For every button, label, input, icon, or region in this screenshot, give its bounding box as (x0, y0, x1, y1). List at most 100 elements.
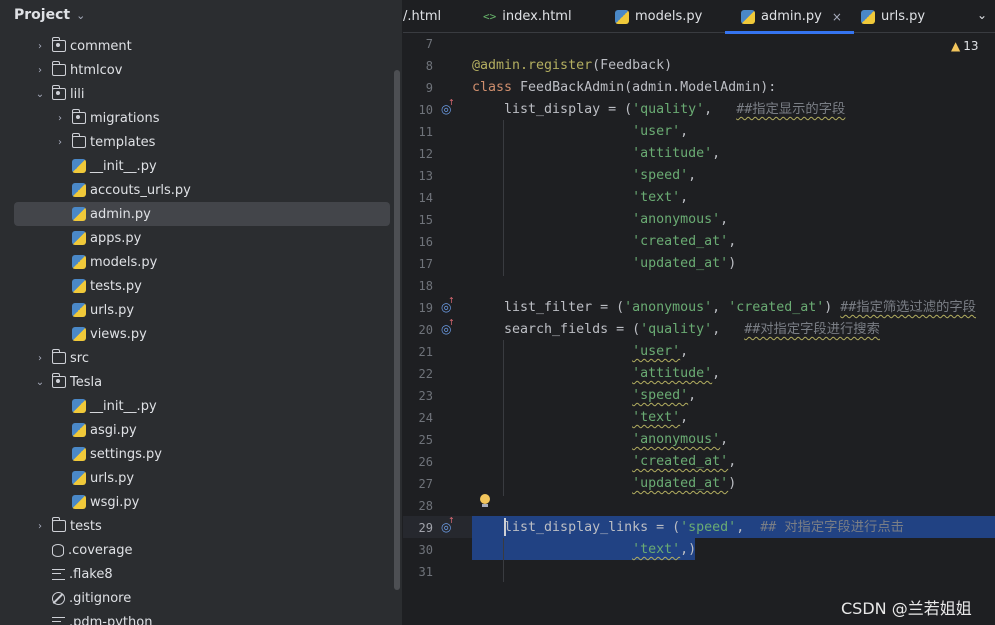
code-token: , (728, 454, 737, 469)
tree-item[interactable]: › comment (32, 34, 132, 58)
python-file-icon (72, 255, 86, 269)
tree-item[interactable]: __init__.py (52, 154, 157, 178)
project-scrollbar[interactable] (394, 70, 400, 590)
chevron-down-icon[interactable]: ⌄ (32, 89, 48, 100)
chevron-down-icon[interactable]: ⌄ (977, 8, 987, 22)
tree-item[interactable]: .pdm-python (32, 610, 152, 625)
override-icon[interactable]: ◎ (441, 296, 455, 314)
code-line: 'user', (472, 121, 688, 143)
line-number: 14 (418, 191, 433, 205)
tab-urls-py[interactable]: urls.py (857, 0, 925, 33)
tree-item-label: apps.py (90, 230, 142, 246)
chevron-right-icon[interactable]: › (32, 41, 48, 52)
chevron-right-icon[interactable]: › (52, 113, 68, 124)
tree-item-label: __init__.py (90, 398, 157, 414)
tree-item[interactable]: tests.py (52, 274, 142, 298)
code-token: , (712, 366, 721, 381)
code-line: 'attitude', (472, 363, 720, 385)
editor-tabs: /.html <> index.html models.py admin.py … (403, 0, 995, 34)
line-number: 29 (418, 521, 433, 535)
tree-item[interactable]: urls.py (52, 298, 134, 322)
code-line: 'speed', (472, 385, 696, 407)
folder-icon (51, 517, 66, 532)
tab-models-py[interactable]: models.py (611, 0, 702, 33)
code-line: 'updated_at') (472, 473, 736, 495)
tree-item-label: .flake8 (69, 566, 113, 582)
tree-item[interactable]: ⌄ Tesla (32, 370, 102, 394)
code-token: , (720, 212, 729, 227)
code-token: search_fields = ( (472, 322, 641, 337)
code-token: 'attitude' (632, 146, 713, 161)
tree-item[interactable]: urls.py (52, 466, 134, 490)
tree-item[interactable]: models.py (52, 250, 157, 274)
editor: /.html <> index.html models.py admin.py … (403, 0, 995, 625)
code-token: , (712, 322, 745, 337)
tab-index-html[interactable]: <> index.html (483, 0, 572, 33)
python-file-icon (615, 9, 629, 24)
tree-item[interactable]: asgi.py (52, 418, 137, 442)
line-number: 31 (418, 565, 433, 579)
chevron-right-icon[interactable]: › (32, 521, 48, 532)
lightbulb-icon[interactable] (479, 494, 491, 508)
tree-item-label: accouts_urls.py (90, 182, 191, 198)
watermark: CSDN @兰若姐姐 (841, 599, 972, 618)
tree-item[interactable]: › src (32, 346, 89, 370)
tree-item[interactable]: __init__.py (52, 394, 157, 418)
tab-admin-py[interactable]: admin.py × (725, 0, 854, 34)
tab-html-partial[interactable]: /.html (403, 0, 441, 33)
chevron-right-icon[interactable]: › (52, 137, 68, 148)
code-line: @admin.register(Feedback) (472, 55, 672, 77)
chevron-down-icon[interactable]: ⌄ (76, 9, 85, 22)
project-header[interactable]: Project ⌄ (0, 0, 402, 30)
warning-indicator[interactable]: ▲ 13 (951, 39, 979, 53)
code-token: list_filter = ( (472, 300, 625, 315)
tree-item[interactable]: .coverage (32, 538, 133, 562)
tree-item[interactable]: apps.py (52, 226, 141, 250)
code-token: 'attitude' (632, 366, 713, 381)
override-icon[interactable]: ◎ (441, 98, 455, 116)
tree-item-label: htmlcov (70, 62, 123, 78)
tree-item-label: __init__.py (90, 158, 157, 174)
tab-label: urls.py (881, 9, 926, 24)
code-token: 'created_at' (728, 300, 825, 315)
code-token: , (712, 300, 729, 315)
close-icon[interactable]: × (832, 10, 842, 24)
tree-item[interactable]: › tests (32, 514, 102, 538)
tree-item-label: settings.py (90, 446, 162, 462)
line-number: 9 (425, 81, 433, 95)
chevron-down-icon[interactable]: ⌄ (32, 377, 48, 388)
tree-item[interactable]: ⌄ lili (32, 82, 84, 106)
tree-item[interactable]: › templates (52, 130, 155, 154)
tree-item[interactable]: settings.py (52, 442, 162, 466)
code-token: FeedBackAdmin(admin.ModelAdmin): (520, 80, 777, 95)
tree-item[interactable]: .gitignore (32, 586, 131, 610)
tree-item[interactable]: views.py (52, 322, 147, 346)
override-icon[interactable]: ◎ (441, 318, 455, 336)
code-token: ) (728, 476, 737, 491)
line-number: 28 (418, 499, 433, 513)
python-file-icon (72, 495, 86, 509)
tree-item[interactable]: › htmlcov (32, 58, 122, 82)
code-token: , (720, 432, 729, 447)
chevron-right-icon[interactable]: › (32, 65, 48, 76)
tree-item[interactable]: .flake8 (32, 562, 113, 586)
line-number: 15 (418, 213, 433, 227)
tree-item[interactable]: wsgi.py (52, 490, 139, 514)
override-icon[interactable]: ◎ (441, 516, 455, 534)
line-number: 26 (418, 455, 433, 469)
tree-item[interactable]: accouts_urls.py (52, 178, 191, 202)
line-number: 17 (418, 257, 433, 271)
tree-item[interactable]: › migrations (52, 106, 160, 130)
chevron-right-icon[interactable]: › (32, 353, 48, 364)
tree-item[interactable]: admin.py (52, 202, 151, 226)
code-token: 'speed' (632, 388, 689, 403)
line-number: 24 (418, 411, 433, 425)
code-token: 'text' (632, 542, 681, 557)
